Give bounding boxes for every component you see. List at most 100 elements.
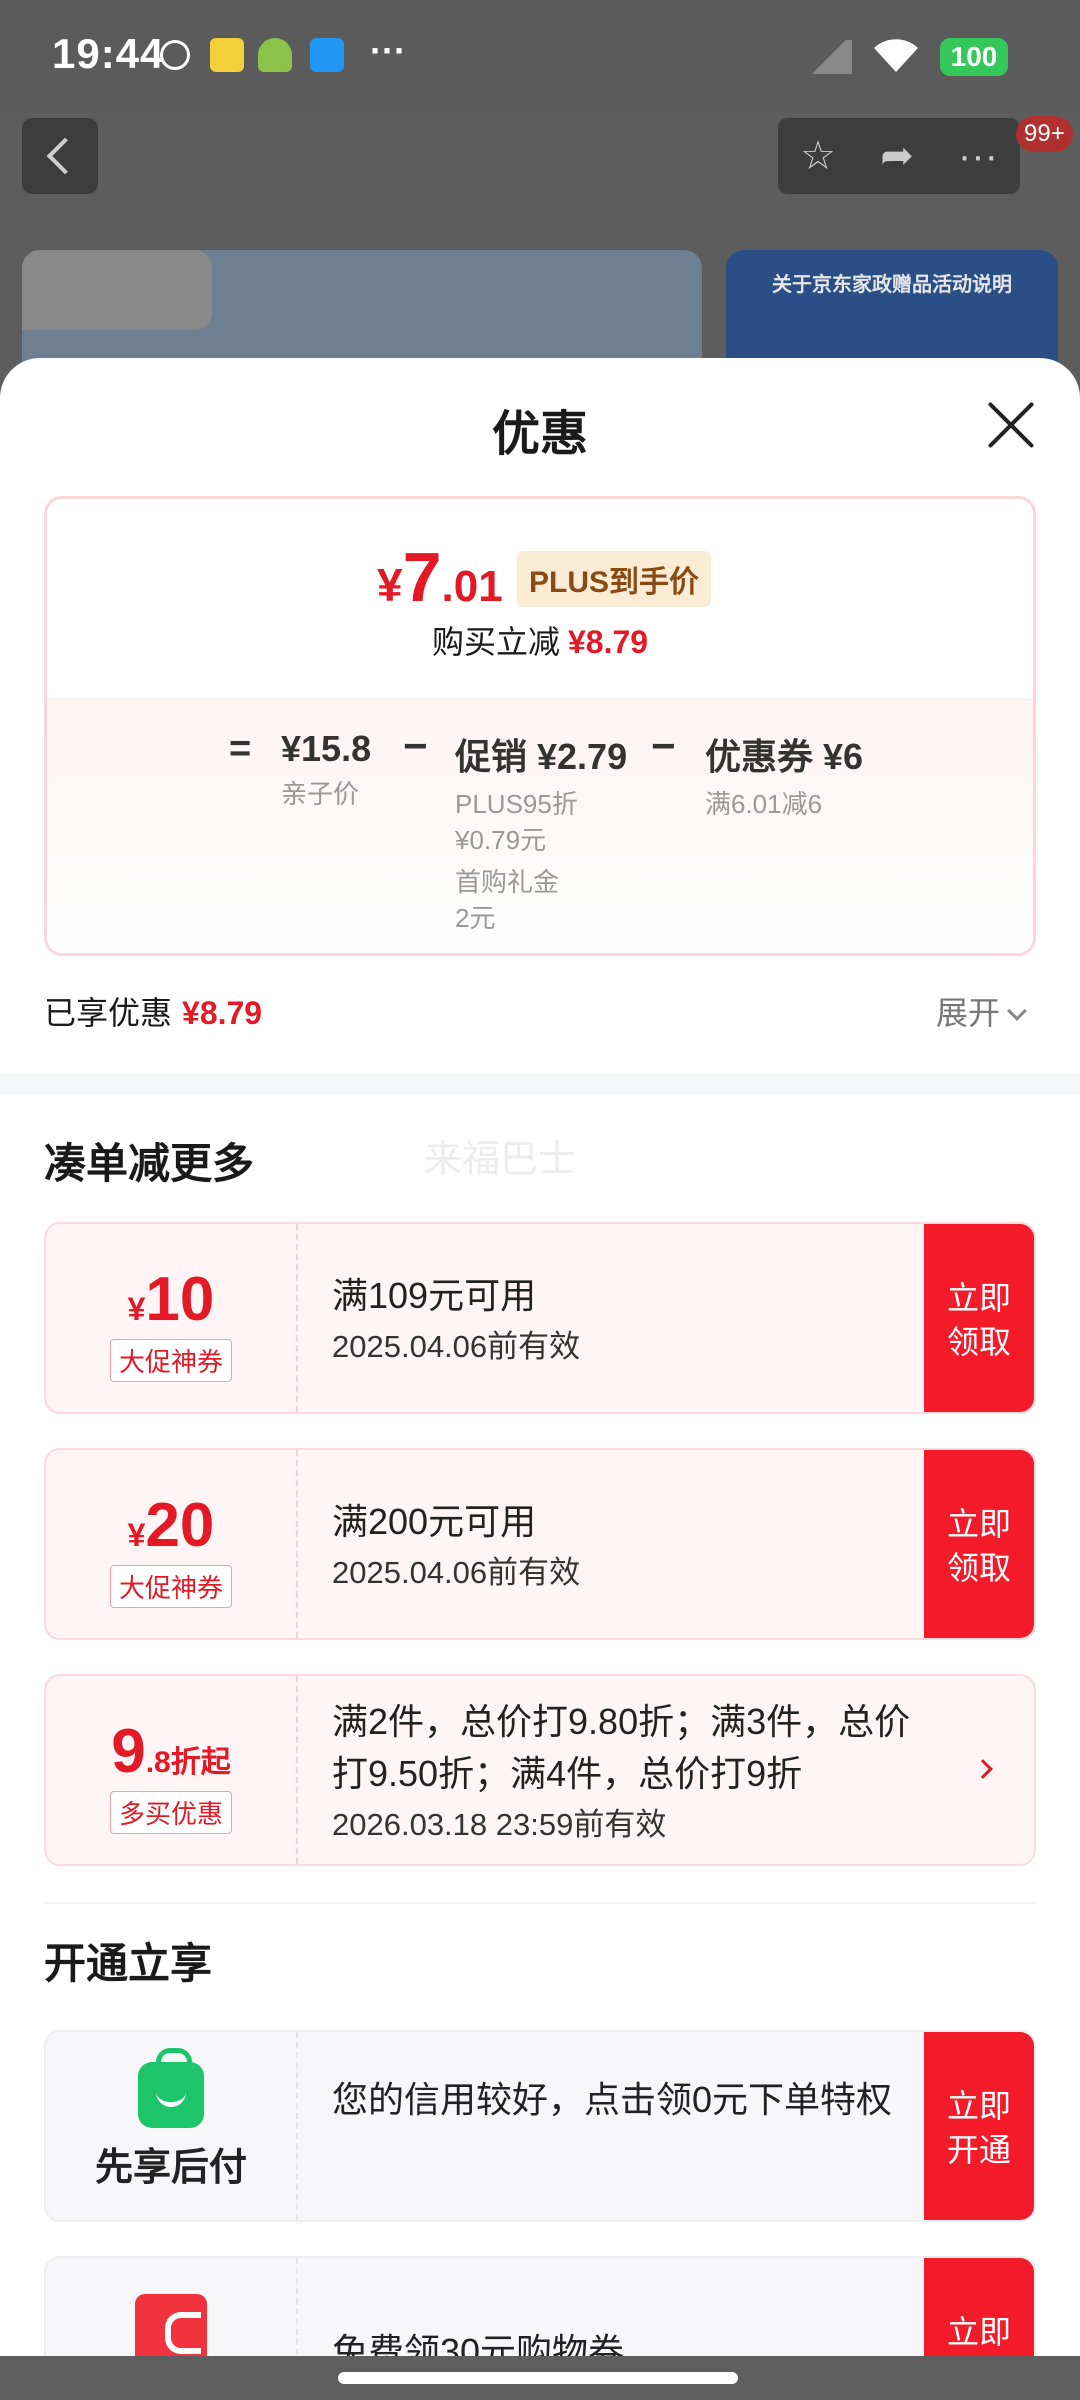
coupon-validity: 2025.04.06前有效 <box>332 1329 581 1364</box>
coupon-info: 满109元可用 2025.04.06前有效 <box>332 1270 952 1372</box>
base-price: ¥15.8 <box>281 728 372 769</box>
coupon-value: ¥20 <box>46 1490 296 1561</box>
app-notification-icon <box>210 38 244 72</box>
wifi-icon <box>870 32 922 76</box>
claim-label-line2: 领取 <box>946 1324 1011 1360</box>
favorite-star-icon[interactable]: ☆ <box>800 133 836 179</box>
discount-number: 9 <box>111 1717 146 1786</box>
final-price-area: ¥7.01 PLUS到手价 购买立减 ¥8.79 <box>47 499 1033 699</box>
activate-label-line1: 立即 <box>946 2088 1011 2124</box>
coupon-tag: 大促神券 <box>109 1339 232 1382</box>
price-decimal: .01 <box>441 562 503 611</box>
divider <box>44 1902 1036 1904</box>
reduction-amount: ¥8.79 <box>567 624 649 660</box>
claim-voucher-label: 立即 <box>946 2314 1011 2350</box>
multi-buy-discount-card[interactable]: 9.8折起 多买优惠 满2件，总价打9.80折；满3件，总价打9.50折；满4件… <box>44 1674 1036 1866</box>
promotion-detail: 2元 <box>455 903 496 933</box>
coupon-card: ¥20 大促神券 满200元可用 2025.04.06前有效 立即 领取 <box>44 1448 1036 1640</box>
chevron-down-icon <box>1007 1001 1027 1021</box>
message-count-badge: 99+ <box>1016 116 1073 152</box>
base-price-column: ¥15.8 亲子价 <box>281 728 371 812</box>
section-title-more-deals: 凑单减更多 <box>44 1140 255 1187</box>
coupon-condition: 满109元可用 <box>332 1275 537 1316</box>
promotion-amount: 促销 ¥2.79 <box>455 736 628 777</box>
section-title-activate: 开通立享 <box>44 1940 213 1987</box>
coupon-value: ¥10 <box>46 1264 296 1335</box>
home-indicator[interactable] <box>0 2356 1080 2400</box>
final-price: ¥7.01 <box>377 537 503 617</box>
shopping-bag-icon <box>138 2048 204 2128</box>
discount-validity: 2026.03.18 23:59前有效 <box>332 1807 667 1842</box>
coupon-number: 20 <box>145 1491 215 1560</box>
signal-icon <box>806 40 852 74</box>
battery-indicator: 100 <box>940 38 1008 76</box>
coupon-tag: 大促神券 <box>109 1565 232 1608</box>
share-icon[interactable]: ➦ <box>880 133 914 179</box>
coupon-condition: 满200元可用 <box>332 1501 537 1542</box>
mute-icon <box>160 40 190 70</box>
coupon-value-area: ¥20 大促神券 <box>46 1450 298 1638</box>
minus-sign: − <box>403 722 428 769</box>
promotion-detail: ¥0.79元 <box>455 825 547 855</box>
claim-label-line2: 领取 <box>946 1550 1011 1586</box>
pay-later-text: 您的信用较好，点击领0元下单特权 <box>332 2079 893 2120</box>
plus-price-tag: PLUS到手价 <box>517 551 712 607</box>
expand-label: 展开 <box>936 995 1001 1031</box>
discount-sheet: 优惠 ¥7.01 PLUS到手价 购买立减 ¥8.79 = ¥15.8 亲子价 −… <box>0 358 1080 2400</box>
watermark: 来福巴士 <box>424 1139 577 1181</box>
background-page: ☆ ➦ ··· 99+ 关于京东家政赠品活动说明 <box>0 110 1080 400</box>
brand-logo <box>22 250 212 330</box>
enjoyed-amount: ¥8.79 <box>182 995 263 1031</box>
enjoyed-label: 已享优惠 <box>44 995 173 1031</box>
promotion-detail: 首购礼金 <box>455 867 560 897</box>
claim-coupon-button[interactable]: 立即 领取 <box>924 1450 1034 1638</box>
discount-value: 9.8折起 <box>46 1716 296 1787</box>
discount-info: 满2件，总价打9.80折；满3件，总价打9.50折；满4件，总价打9折 2026… <box>332 1696 932 1850</box>
coupon-amount: 优惠券 ¥6 <box>705 736 864 777</box>
discount-value-area: 9.8折起 多买优惠 <box>46 1676 298 1864</box>
claim-label-line1: 立即 <box>946 1280 1011 1316</box>
coupon-number: 10 <box>145 1265 215 1334</box>
minus-sign: − <box>651 722 676 769</box>
equals-sign: = <box>229 728 252 770</box>
discount-condition: 满2件，总价打9.80折；满3件，总价打9.50折；满4件，总价打9折 <box>332 1701 911 1794</box>
base-price-label: 亲子价 <box>281 779 360 809</box>
back-button[interactable] <box>22 118 98 194</box>
pay-later-brand: 先享后付 <box>46 2032 298 2220</box>
coupon-currency: ¥ <box>127 1291 146 1327</box>
coupon-validity: 2025.04.06前有效 <box>332 1555 581 1590</box>
coupon-detail: 满6.01减6 <box>705 789 823 819</box>
coupon-card: ¥10 大促神券 满109元可用 2025.04.06前有效 立即 领取 <box>44 1222 1036 1414</box>
promotion-detail: PLUS95折 <box>455 789 578 819</box>
status-time: 19:44 <box>52 30 165 77</box>
currency-symbol: ¥ <box>377 559 403 611</box>
android-icon <box>258 38 292 72</box>
price-integer: 7 <box>402 538 442 616</box>
chevron-right-icon <box>973 1759 993 1779</box>
more-notifications-icon: ··· <box>370 30 406 71</box>
price-calculation: = ¥15.8 亲子价 − 促销 ¥2.79 PLUS95折 ¥0.79元 首购… <box>47 699 1033 953</box>
coupon-value-area: ¥10 大促神券 <box>46 1224 298 1412</box>
status-bar: 19:44 ··· 100 <box>0 0 1080 110</box>
section-divider <box>0 1074 1080 1094</box>
discount-suffix: .8折起 <box>145 1746 231 1779</box>
activate-label-line2: 开通 <box>946 2132 1011 2168</box>
reduction-label: 购买立减 <box>431 624 560 660</box>
sheet-title: 优惠 <box>491 408 588 461</box>
instant-reduction: 购买立减 ¥8.79 <box>47 617 1033 663</box>
activate-button[interactable]: 立即 开通 <box>924 2032 1034 2220</box>
claim-label-line1: 立即 <box>946 1506 1011 1542</box>
claim-coupon-button[interactable]: 立即 领取 <box>924 1224 1034 1412</box>
more-menu-icon[interactable]: ··· <box>958 134 998 179</box>
bag-icon <box>310 38 344 72</box>
coupon-column: 优惠券 ¥6 满6.01减6 <box>705 728 863 822</box>
top-action-bar: ☆ ➦ ··· <box>778 118 1020 194</box>
price-breakdown-card: ¥7.01 PLUS到手价 购买立减 ¥8.79 = ¥15.8 亲子价 − 促销… <box>44 496 1036 956</box>
coupon-info: 满200元可用 2025.04.06前有效 <box>332 1496 952 1598</box>
coupon-currency: ¥ <box>127 1517 146 1553</box>
close-icon[interactable] <box>986 400 1036 450</box>
pay-later-card: 先享后付 您的信用较好，点击领0元下单特权 立即 开通 <box>44 2030 1036 2222</box>
pay-later-label: 先享后付 <box>94 2147 247 2189</box>
discount-tag: 多买优惠 <box>109 1791 232 1834</box>
expand-button[interactable]: 展开 <box>936 988 1027 1034</box>
